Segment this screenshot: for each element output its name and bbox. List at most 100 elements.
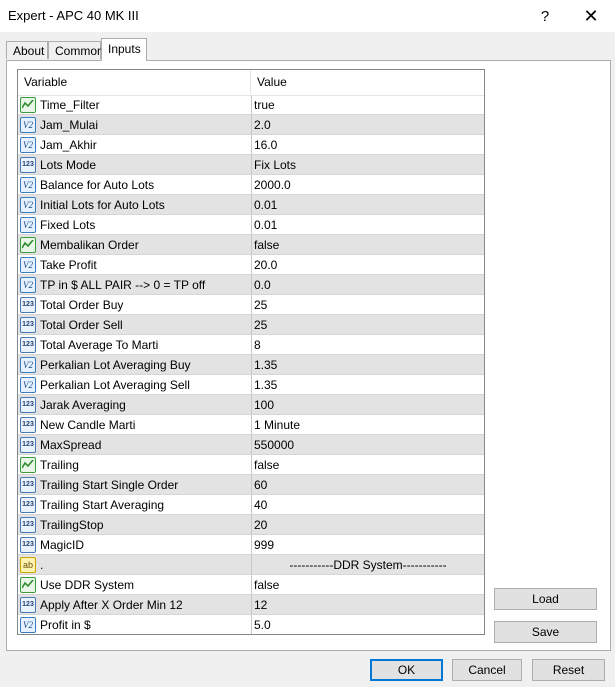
table-row[interactable]: 123 Apply After X Order Min 12 12 [18, 595, 484, 615]
variable-value[interactable]: 20 [251, 515, 484, 535]
title-bar: Expert - APC 40 MK III ? ✕ [0, 0, 615, 32]
variable-name: Perkalian Lot Averaging Sell [40, 378, 190, 392]
variable-value[interactable]: 1.35 [251, 375, 484, 395]
row-divider [18, 634, 484, 635]
tab-common[interactable]: Common [48, 41, 104, 59]
table-row[interactable]: 123 Total Order Buy 25 [18, 295, 484, 315]
table-row[interactable]: V2 Jam_Mulai 2.0 [18, 115, 484, 135]
tab-inputs[interactable]: Inputs [101, 38, 147, 61]
variable-name: Trailing Start Single Order [40, 478, 179, 492]
table-row[interactable]: ab. -----------DDR System----------- [18, 555, 484, 575]
table-row[interactable]: 123 Total Average To Marti 8 [18, 335, 484, 355]
table-row[interactable]: V2 Perkalian Lot Averaging Buy 1.35 [18, 355, 484, 375]
variable-name: New Candle Marti [40, 418, 136, 432]
variable-value[interactable]: Fix Lots [251, 155, 484, 175]
help-button[interactable]: ? [522, 0, 568, 32]
variable-value[interactable]: 0.01 [251, 215, 484, 235]
variable-value[interactable]: 550000 [251, 435, 484, 455]
table-row[interactable]: 123 Total Order Sell 25 [18, 315, 484, 335]
table-row[interactable]: V2 Take Profit 20.0 [18, 255, 484, 275]
variable-value[interactable]: 25 [251, 315, 484, 335]
variable-name: Jam_Akhir [40, 138, 97, 152]
table-row[interactable]: V2 Fixed Lots 0.01 [18, 215, 484, 235]
variable-value[interactable]: 2.0 [251, 115, 484, 135]
inputs-grid[interactable]: Variable Value Time_Filter true V2 Jam_Mula… [17, 69, 485, 635]
double-icon: V2 [20, 357, 36, 373]
variable-value[interactable]: 999 [251, 535, 484, 555]
bool-icon [20, 97, 36, 113]
cancel-button[interactable]: Cancel [452, 659, 522, 681]
column-header-variable[interactable]: Variable [18, 70, 251, 94]
variable-value[interactable]: false [251, 455, 484, 475]
table-row[interactable]: Membalikan Order false [18, 235, 484, 255]
variable-value[interactable]: -----------DDR System----------- [251, 555, 484, 575]
variable-value[interactable]: 100 [251, 395, 484, 415]
table-row[interactable]: 123 Jarak Averaging 100 [18, 395, 484, 415]
variable-value[interactable]: 40 [251, 495, 484, 515]
grid-rows: Time_Filter true V2 Jam_Mulai 2.0 V2 Jam_Akhir… [18, 95, 484, 635]
double-icon: V2 [20, 277, 36, 293]
grid-header: Variable Value [18, 70, 484, 96]
table-row[interactable]: V2 Initial Lots for Auto Lots 0.01 [18, 195, 484, 215]
variable-value[interactable]: 25 [251, 295, 484, 315]
variable-name: Total Average To Marti [40, 338, 159, 352]
column-header-value[interactable]: Value [251, 70, 484, 94]
variable-value[interactable]: 5.0 [251, 615, 484, 634]
table-row[interactable]: Trailing false [18, 455, 484, 475]
variable-name: Apply After X Order Min 12 [40, 598, 183, 612]
table-row[interactable]: V2 Balance for Auto Lots 2000.0 [18, 175, 484, 195]
variable-value[interactable]: 60 [251, 475, 484, 495]
table-row[interactable]: V2 Jam_Akhir 16.0 [18, 135, 484, 155]
reset-button[interactable]: Reset [532, 659, 605, 681]
variable-value[interactable]: false [251, 575, 484, 595]
variable-name: Total Order Buy [40, 298, 124, 312]
table-row[interactable]: 123 MaxSpread 550000 [18, 435, 484, 455]
variable-value[interactable]: 16.0 [251, 135, 484, 155]
int-icon: 123 [20, 337, 36, 353]
table-row[interactable]: 123 New Candle Marti 1 Minute [18, 415, 484, 435]
variable-value[interactable]: 2000.0 [251, 175, 484, 195]
variable-name: Membalikan Order [40, 238, 139, 252]
int-icon: 123 [20, 497, 36, 513]
double-icon: V2 [20, 177, 36, 193]
table-row[interactable]: V2 TP in $ ALL PAIR --> 0 = TP off 0.0 [18, 275, 484, 295]
table-row[interactable]: 123 Lots Mode Fix Lots [18, 155, 484, 175]
variable-name: Profit in $ [40, 618, 91, 632]
variable-value[interactable]: true [251, 95, 484, 115]
table-row[interactable]: 123 Trailing Start Averaging 40 [18, 495, 484, 515]
table-row[interactable]: 123 Trailing Start Single Order 60 [18, 475, 484, 495]
double-icon: V2 [20, 117, 36, 133]
variable-name: Total Order Sell [40, 318, 123, 332]
tab-about[interactable]: About [6, 41, 48, 59]
load-button[interactable]: Load [494, 588, 597, 610]
variable-name: TP in $ ALL PAIR --> 0 = TP off [40, 278, 206, 292]
table-row[interactable]: 123 TrailingStop 20 [18, 515, 484, 535]
close-button[interactable]: ✕ [568, 0, 614, 32]
variable-value[interactable]: 8 [251, 335, 484, 355]
int-icon: 123 [20, 297, 36, 313]
variable-value[interactable]: false [251, 235, 484, 255]
variable-value[interactable]: 20.0 [251, 255, 484, 275]
variable-name: Use DDR System [40, 578, 135, 592]
variable-name: Balance for Auto Lots [40, 178, 155, 192]
table-row[interactable]: Use DDR System false [18, 575, 484, 595]
window-title: Expert - APC 40 MK III [8, 8, 139, 23]
variable-value[interactable]: 12 [251, 595, 484, 615]
save-button[interactable]: Save [494, 621, 597, 643]
variable-value[interactable]: 1.35 [251, 355, 484, 375]
variable-value[interactable]: 0.0 [251, 275, 484, 295]
variable-name: Lots Mode [40, 158, 97, 172]
ok-button[interactable]: OK [370, 659, 443, 681]
bool-icon [20, 457, 36, 473]
table-row[interactable]: 123 MagicID 999 [18, 535, 484, 555]
variable-name: Jarak Averaging [40, 398, 126, 412]
table-row[interactable]: V2 Profit in $ 5.0 [18, 615, 484, 635]
int-icon: 123 [20, 397, 36, 413]
variable-value[interactable]: 0.01 [251, 195, 484, 215]
table-row[interactable]: V2 Perkalian Lot Averaging Sell 1.35 [18, 375, 484, 395]
variable-name: MaxSpread [40, 438, 102, 452]
table-row[interactable]: Time_Filter true [18, 95, 484, 115]
variable-name: Fixed Lots [40, 218, 96, 232]
variable-value[interactable]: 1 Minute [251, 415, 484, 435]
int-icon: 123 [20, 417, 36, 433]
